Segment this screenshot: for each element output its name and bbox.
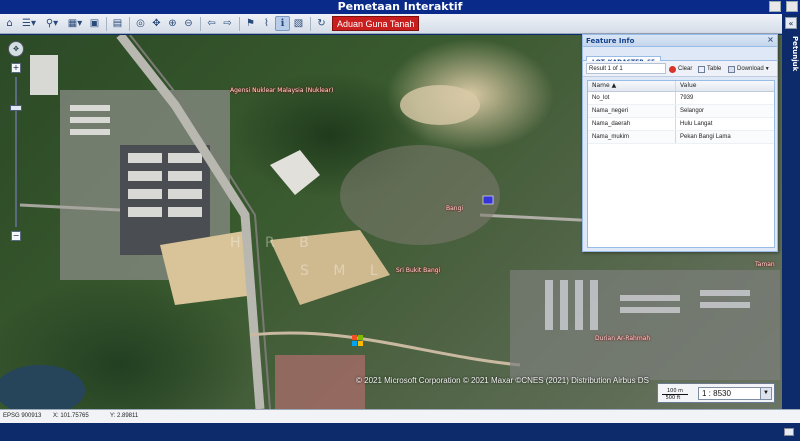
- feature-info-panel: Feature Info × LOT_KADASTER_65 Result 1 …: [582, 34, 778, 252]
- download-button[interactable]: Download ▼: [728, 64, 770, 74]
- save-icon[interactable]: ▤: [110, 16, 125, 31]
- print-icon[interactable]: ▧: [291, 16, 306, 31]
- table-header: Name ▲ Value: [588, 81, 774, 92]
- toolbar-divider: [106, 16, 107, 31]
- toolbar-divider: [310, 16, 311, 31]
- download-label: Download: [737, 66, 764, 72]
- cell-value: 7939: [680, 95, 694, 101]
- back-icon[interactable]: ⇦: [204, 16, 219, 31]
- ruler-icon[interactable]: ⌇: [259, 16, 274, 31]
- map-toolbar: ⌂ ☰▾ ⚲▾ ▦▾ ▣ ▤ ◎ ✥ ⊕ ⊖ ⇦ ⇨ ⚑ ⌇ ℹ ▧ ↻ Adu…: [0, 14, 782, 34]
- window-title: Pemetaan Interaktif: [337, 0, 463, 13]
- toolbar-divider: [129, 16, 130, 31]
- panel-toolbar: Result 1 of 1 Clear Table Download ▼: [583, 61, 777, 77]
- cell-value: Selangor: [680, 108, 705, 114]
- clear-icon: [669, 65, 676, 73]
- minimize-button[interactable]: [769, 1, 781, 12]
- toolbar-divider: [239, 16, 240, 31]
- scale-value: 1 : 8530: [702, 389, 731, 398]
- title-bar: Pemetaan Interaktif: [0, 0, 800, 14]
- home-icon[interactable]: ⌂: [2, 16, 17, 31]
- map-label-bangi: Bangi: [446, 205, 464, 212]
- app-window: Pemetaan Interaktif ⌂ ☰▾ ⚲▾ ▦▾ ▣ ▤ ◎ ✥ ⊕…: [0, 0, 800, 441]
- scale-select[interactable]: 1 : 8530 ▼: [698, 387, 772, 400]
- column-header-value[interactable]: Value: [676, 81, 774, 91]
- info-icon[interactable]: ℹ: [275, 16, 290, 31]
- restore-icon[interactable]: [784, 428, 794, 436]
- maximize-button[interactable]: [786, 1, 798, 12]
- zoom-slider-track[interactable]: [15, 77, 17, 227]
- panel-title: Feature Info: [586, 37, 635, 45]
- map-label-taman: Taman: [755, 261, 775, 268]
- table-button[interactable]: Table: [698, 64, 721, 74]
- map-label-sri-bukit-bangi: Sri Bukit Bangi: [396, 267, 441, 274]
- pan-icon[interactable]: ✥: [149, 16, 164, 31]
- cell-name: No_lot: [588, 92, 676, 104]
- result-selector[interactable]: Result 1 of 1: [586, 63, 666, 74]
- column-header-name[interactable]: Name ▲: [588, 81, 676, 91]
- help-sidebar[interactable]: « Petunjuk: [782, 14, 800, 427]
- zoom-in-button[interactable]: +: [11, 63, 21, 73]
- cell-name: Nama_negeri: [588, 105, 676, 117]
- bottom-strip: [0, 423, 800, 441]
- refresh-icon[interactable]: ↻: [314, 16, 329, 31]
- toolbar-divider: [200, 16, 201, 31]
- scale-bar-imperial: 500 ft: [662, 394, 684, 401]
- scale-bar: 100 m 500 ft: [662, 387, 692, 401]
- table-row[interactable]: No_lot 7939: [588, 92, 774, 105]
- chevron-down-icon: ▼: [764, 66, 770, 72]
- zoom-out-icon[interactable]: ⊖: [181, 16, 196, 31]
- select-icon[interactable]: ▣: [87, 16, 102, 31]
- table-row[interactable]: Nama_daerah Hulu Langat: [588, 118, 774, 131]
- layers-icon[interactable]: ☰▾: [18, 16, 40, 31]
- zoom-icon[interactable]: ⚲▾: [41, 16, 63, 31]
- globe-icon[interactable]: ◎: [133, 16, 148, 31]
- attribute-table: Name ▲ Value No_lot 7939 Nama_negeri Sel…: [587, 80, 775, 248]
- measure-icon[interactable]: ⚑: [243, 16, 258, 31]
- cell-name: Nama_daerah: [588, 118, 676, 130]
- zoom-out-button[interactable]: −: [11, 231, 21, 241]
- zoom-slider-thumb[interactable]: [10, 105, 22, 111]
- clear-button[interactable]: Clear: [669, 64, 692, 74]
- chevron-down-icon[interactable]: ▼: [760, 388, 771, 399]
- map-attribution: © 2021 Microsoft Corporation © 2021 Maxa…: [356, 376, 649, 385]
- watermark-top: H R B: [230, 235, 319, 251]
- forward-icon[interactable]: ⇨: [220, 16, 235, 31]
- map-label-agensi: Agensi Nuklear Malaysia (Nuklear): [230, 87, 334, 94]
- sidebar-label: Petunjuk: [791, 36, 799, 72]
- close-icon[interactable]: ×: [766, 36, 775, 45]
- table-row[interactable]: Nama_mukim Pekan Bangi Lama: [588, 131, 774, 144]
- cell-value: Hulu Langat: [680, 121, 713, 127]
- zoom-in-icon[interactable]: ⊕: [165, 16, 180, 31]
- download-icon: [728, 65, 735, 73]
- map-label-durian: Durian Ar-Rahmah: [595, 335, 651, 342]
- clear-label: Clear: [678, 66, 693, 72]
- pan-control-icon[interactable]: ✥: [8, 41, 24, 57]
- expand-icon[interactable]: «: [785, 17, 797, 29]
- panel-tabs: LOT_KADASTER_65: [583, 47, 777, 68]
- cell-name: Nama_mukim: [588, 131, 676, 143]
- status-bar: EPSG 900913 X: 101.75765 Y: 2.89811: [0, 409, 800, 423]
- zoom-control: ✥ + −: [6, 41, 26, 251]
- panel-header: Feature Info ×: [583, 35, 777, 47]
- grid-icon[interactable]: ▦▾: [64, 16, 86, 31]
- watermark-bottom: S M L: [300, 263, 388, 279]
- table-label: Table: [707, 66, 722, 72]
- table-row[interactable]: Nama_negeri Selangor: [588, 105, 774, 118]
- aduan-guna-tanah-button[interactable]: Aduan Guna Tanah: [332, 16, 420, 31]
- y-coordinate-readout: Y: 2.89811: [110, 413, 139, 419]
- cell-value: Pekan Bangi Lama: [680, 134, 731, 140]
- x-coordinate-readout: X: 101.75765: [53, 413, 89, 419]
- projection-readout: EPSG 900913: [3, 413, 42, 419]
- scale-control: 100 m 500 ft 1 : 8530 ▼: [657, 383, 775, 403]
- table-icon: [698, 65, 705, 73]
